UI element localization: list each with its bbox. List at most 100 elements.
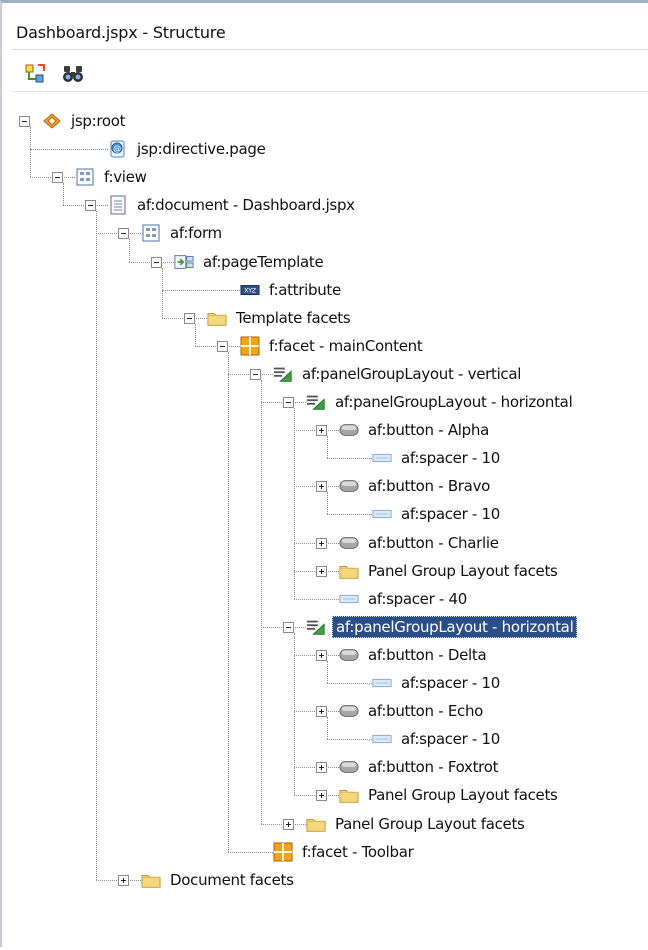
tree-node-label: af:button - Bravo xyxy=(368,477,491,496)
tree-node[interactable]: af:document - Dashboard.jspx xyxy=(108,192,358,218)
directive-icon: @ xyxy=(108,140,128,158)
tree-connector-line xyxy=(195,323,196,346)
spacer-icon xyxy=(372,449,392,467)
tree-node-label: jsp:directive.page xyxy=(137,140,266,159)
tree-connector-line xyxy=(327,660,328,684)
tree-node[interactable]: af:button - Bravo xyxy=(339,473,493,499)
svg-text:XYZ: XYZ xyxy=(244,287,257,294)
tree-node-label: Panel Group Layout facets xyxy=(368,561,558,580)
collapse-toggle[interactable] xyxy=(283,621,294,633)
tree-node-label: af:spacer - 10 xyxy=(401,730,500,749)
collapse-toggle[interactable] xyxy=(283,397,294,409)
tree-node[interactable]: af:button - Delta xyxy=(339,642,489,668)
folder-icon xyxy=(141,871,161,889)
tree-node[interactable]: af:button - Alpha xyxy=(339,417,492,443)
jsp-root-icon xyxy=(42,112,62,130)
tree-node[interactable]: Document facets xyxy=(141,867,297,893)
tree-connector-line xyxy=(228,351,229,852)
tree-node-label: f:facet - mainContent xyxy=(269,336,423,355)
tree-connector-line xyxy=(96,211,97,880)
panel-group-layout-icon xyxy=(306,618,326,636)
expand-toggle[interactable] xyxy=(316,762,327,774)
tree-node-label: af:spacer - 10 xyxy=(401,505,500,524)
tree-connector-line xyxy=(327,458,372,460)
tree-node[interactable]: af:spacer - 10 xyxy=(372,726,503,752)
tree-connector-line xyxy=(327,514,372,516)
tree-connector-line xyxy=(327,436,328,459)
tree-node[interactable]: af:form xyxy=(141,220,225,246)
expand-toggle[interactable] xyxy=(316,537,327,549)
collapse-toggle[interactable] xyxy=(19,116,30,128)
collapse-toggle[interactable] xyxy=(217,340,228,352)
expand-toggle[interactable] xyxy=(118,874,129,886)
attribute-icon: XYZ xyxy=(240,281,260,299)
tree-node[interactable]: af:panelGroupLayout - horizontal xyxy=(306,389,575,415)
tree-connector-line xyxy=(327,739,372,741)
tree-node[interactable]: af:spacer - 10 xyxy=(372,670,503,696)
tree-connector-line xyxy=(162,267,163,318)
collapse-toggle[interactable] xyxy=(250,368,261,380)
tree-node-label: af:panelGroupLayout - vertical xyxy=(302,364,522,383)
tree-node-label: f:facet - Toolbar xyxy=(302,842,414,861)
panel-group-layout-icon xyxy=(306,393,326,411)
tree-connector-line xyxy=(30,127,31,178)
tree-connector-line xyxy=(261,379,262,824)
tree-node[interactable]: @ jsp:directive.page xyxy=(108,136,269,162)
expand-toggle[interactable] xyxy=(316,790,327,802)
tree-node[interactable]: af:spacer - 10 xyxy=(372,501,503,527)
structure-tree: jsp:root @ jsp:directive.page f:view af:docu… xyxy=(2,3,648,950)
expand-toggle[interactable] xyxy=(316,649,327,661)
button-icon xyxy=(339,421,359,439)
page-template-icon xyxy=(174,253,194,271)
tree-node[interactable]: Panel Group Layout facets xyxy=(339,782,561,808)
tree-node[interactable]: af:button - Charlie xyxy=(339,530,502,556)
tree-node-label: af:button - Foxtrot xyxy=(368,758,499,777)
tree-node[interactable]: f:facet - Toolbar xyxy=(273,839,417,865)
facet-icon xyxy=(240,336,260,356)
tree-node-label: af:pageTemplate xyxy=(203,252,324,271)
button-icon xyxy=(339,702,359,720)
collapse-toggle[interactable] xyxy=(118,228,129,240)
tree-connector-line xyxy=(327,492,328,515)
form-icon xyxy=(141,224,161,242)
tree-node-selected[interactable]: af:panelGroupLayout - horizontal xyxy=(306,614,578,640)
tree-node-label: af:button - Delta xyxy=(368,645,487,664)
tree-node[interactable]: Panel Group Layout facets xyxy=(306,811,528,837)
expand-toggle[interactable] xyxy=(316,565,327,577)
structure-panel: Dashboard.jspx - Structure jsp:root@js xyxy=(0,0,648,947)
tree-node[interactable]: jsp:root xyxy=(42,108,128,134)
tree-node-label: f:view xyxy=(104,168,147,187)
tree-node-label: af:button - Alpha xyxy=(368,421,489,440)
tree-connector-line xyxy=(162,289,240,291)
spacer-icon xyxy=(372,505,392,523)
tree-node[interactable]: af:spacer - 40 xyxy=(339,586,470,612)
collapse-toggle[interactable] xyxy=(52,172,63,184)
button-icon xyxy=(339,477,359,495)
collapse-toggle[interactable] xyxy=(85,200,96,212)
tree-node[interactable]: af:button - Foxtrot xyxy=(339,754,501,780)
tree-node[interactable]: af:panelGroupLayout - vertical xyxy=(273,361,524,387)
tree-connector-line xyxy=(327,717,328,740)
expand-toggle[interactable] xyxy=(283,818,294,830)
tree-node[interactable]: f:facet - mainContent xyxy=(240,333,425,359)
panel-group-layout-icon xyxy=(273,365,293,383)
tree-node[interactable]: f:view xyxy=(75,164,150,190)
collapse-toggle[interactable] xyxy=(184,312,195,324)
tree-node-label: Panel Group Layout facets xyxy=(368,786,558,805)
tree-node[interactable]: Template facets xyxy=(207,305,353,331)
tree-node[interactable]: XYZ f:attribute xyxy=(240,277,344,303)
tree-connector-line xyxy=(228,851,273,853)
expand-toggle[interactable] xyxy=(316,706,327,718)
tree-node[interactable]: af:pageTemplate xyxy=(174,249,326,275)
collapse-toggle[interactable] xyxy=(151,256,162,268)
tree-node-label: af:spacer - 10 xyxy=(401,449,500,468)
tree-node-label: jsp:root xyxy=(71,112,126,131)
tree-node[interactable]: af:button - Echo xyxy=(339,698,486,724)
expand-toggle[interactable] xyxy=(316,425,327,437)
expand-toggle[interactable] xyxy=(316,481,327,493)
tree-node-label: Panel Group Layout facets xyxy=(335,814,525,833)
document-icon xyxy=(108,195,128,215)
tree-node-label: af:spacer - 40 xyxy=(368,589,467,608)
tree-node[interactable]: Panel Group Layout facets xyxy=(339,558,561,584)
tree-node[interactable]: af:spacer - 10 xyxy=(372,445,503,471)
